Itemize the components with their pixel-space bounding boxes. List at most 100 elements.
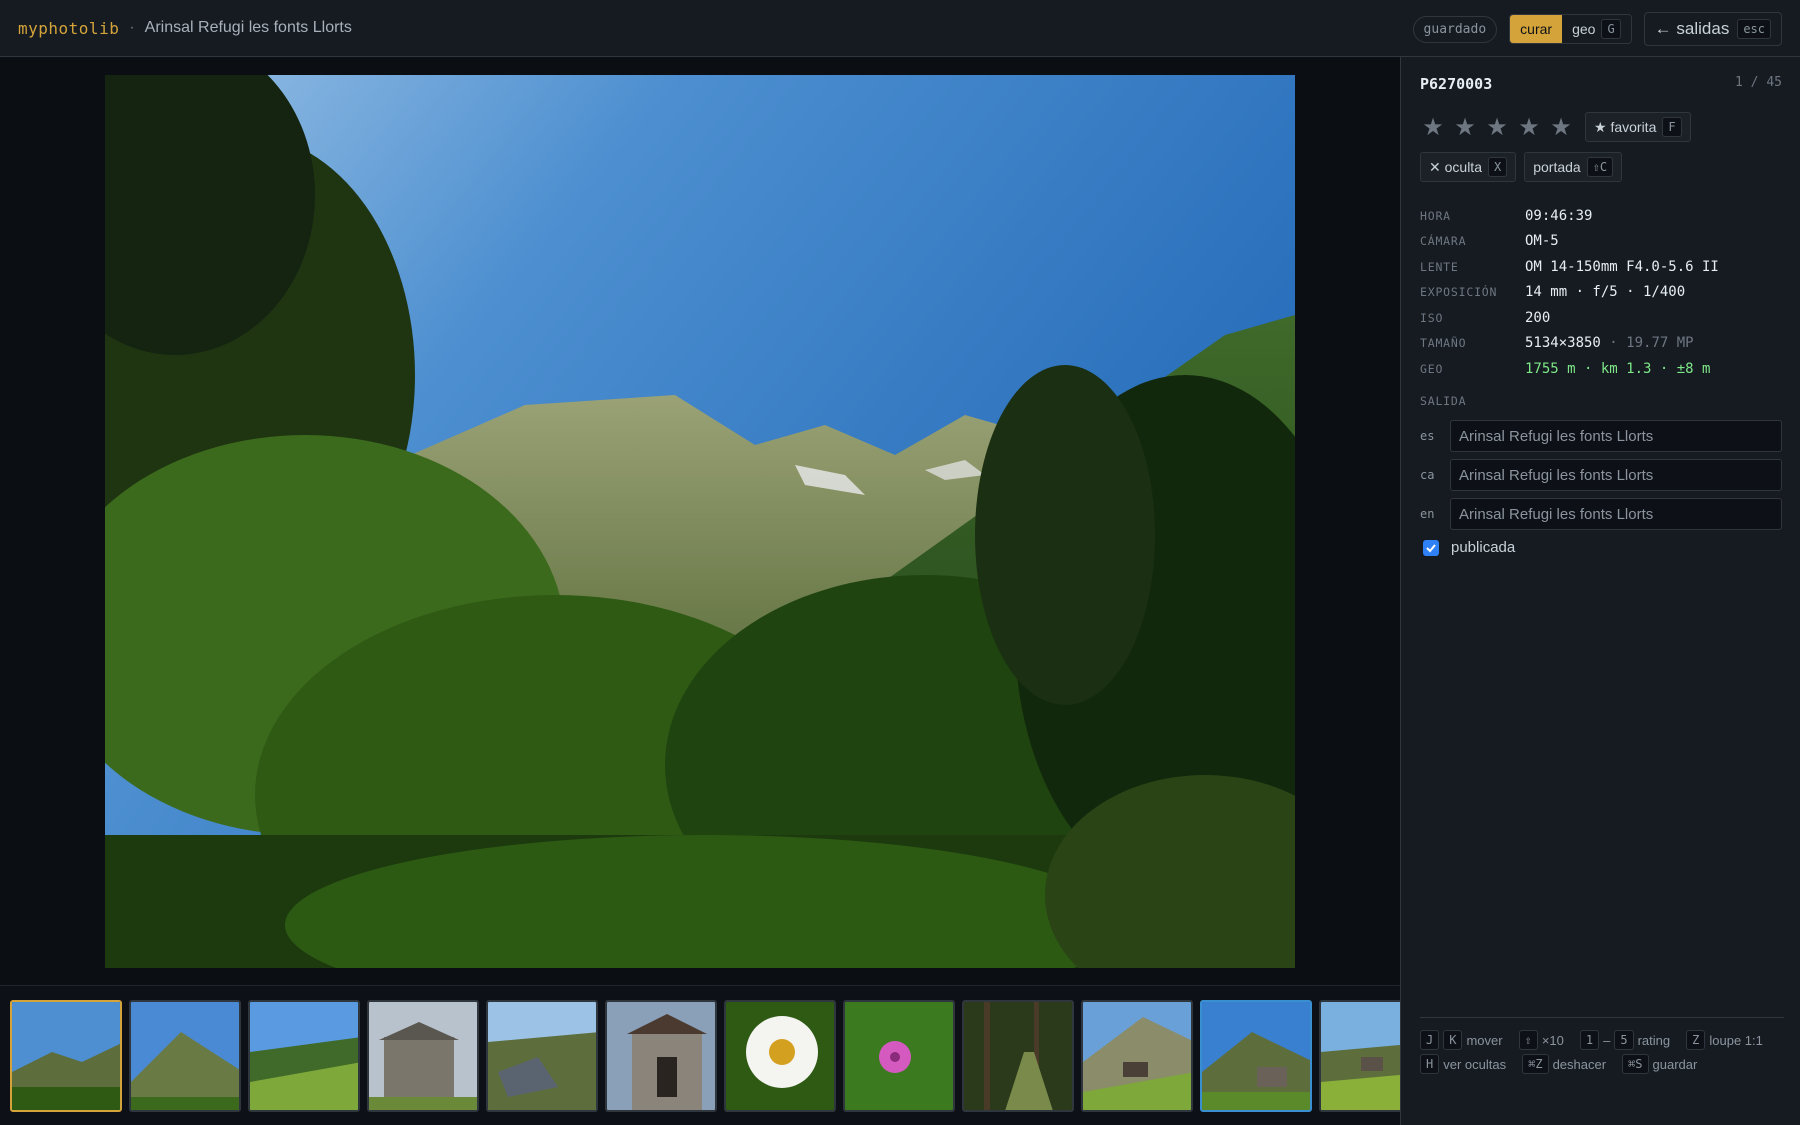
published-label: publicada	[1451, 539, 1516, 556]
thumbnail[interactable]	[605, 1000, 717, 1112]
app-brand[interactable]: myphotolib	[18, 19, 119, 38]
mode-toggle: curar geo G	[1509, 14, 1632, 44]
shortcut-label: rating	[1637, 1032, 1671, 1048]
lang-code: ca	[1420, 468, 1435, 482]
shortcut-label: guardar	[1652, 1056, 1698, 1072]
filmstrip[interactable]	[0, 985, 1400, 1125]
meta-key: GEO	[1420, 361, 1444, 376]
meta-value: 5134×3850	[1525, 335, 1601, 352]
meta-row-tamano: TAMAÑO 5134×3850 · 19.77 MP	[1420, 331, 1780, 357]
top-bar: myphotolib · Arinsal Refugi les fonts Ll…	[0, 0, 1800, 57]
favorite-shortcut: F	[1662, 117, 1682, 137]
shortcut-key: Z	[1686, 1030, 1706, 1050]
header-actions: guardado curar geo G ← salidas esc	[1412, 12, 1782, 46]
thumb-valley-hut-image	[1202, 1002, 1310, 1110]
shortcut-label: deshacer	[1552, 1056, 1607, 1072]
metadata-list: HORA 09:46:39 CÁMARA OM-5 LENTE OM 14-15…	[1420, 203, 1780, 382]
meta-value: 200	[1525, 309, 1551, 326]
meta-key: EXPOSICIÓN	[1420, 285, 1498, 300]
thumb-slope-hut-image	[1083, 1002, 1191, 1110]
rating-stars: ★ ★ ★ ★ ★ ★ favorita F	[1421, 112, 1691, 142]
meta-value: 09:46:39	[1525, 207, 1593, 224]
thumbnail[interactable]	[486, 1000, 598, 1112]
page-title: Arinsal Refugi les fonts Llorts	[144, 19, 352, 36]
meta-key: TAMAÑO	[1420, 336, 1467, 351]
thumbnail-current[interactable]	[10, 1000, 122, 1112]
photo-flags: ✕ oculta X portada ⇧C	[1420, 152, 1623, 182]
shortcut-key: J	[1420, 1030, 1440, 1050]
main-photo[interactable]	[105, 75, 1295, 968]
mode-geo-label: geo	[1572, 21, 1596, 37]
mode-curar-button[interactable]: curar	[1510, 15, 1563, 43]
meta-row-exposicion: EXPOSICIÓN 14 mm · f/5 · 1/400	[1420, 280, 1780, 306]
star-5-icon[interactable]: ★	[1549, 113, 1573, 142]
meta-row-geo: GEO 1755 m · km 1.3 · ±8 m	[1420, 356, 1780, 382]
back-shortcut: esc	[1737, 19, 1771, 39]
cover-button[interactable]: portada ⇧C	[1524, 152, 1623, 182]
lang-code: es	[1420, 429, 1435, 443]
shortcuts-help: J K mover ⇧ ×10 1 – 5 rating Z loupe 1:1…	[1420, 1017, 1784, 1076]
name-row-en: en	[1420, 498, 1782, 530]
hide-button[interactable]: ✕ oculta X	[1420, 152, 1517, 182]
thumb-stone-hut-image	[369, 1002, 477, 1110]
thumb-forest-path-image	[964, 1002, 1072, 1110]
star-3-icon[interactable]: ★	[1485, 113, 1509, 142]
photo-position: 1 / 45	[1735, 75, 1782, 90]
thumbnail[interactable]	[129, 1000, 241, 1112]
thumb-roof-image	[488, 1002, 596, 1110]
name-row-ca: ca	[1420, 459, 1782, 491]
thumbnail[interactable]	[248, 1000, 360, 1112]
check-icon	[1426, 543, 1436, 552]
salida-section-title: SALIDA	[1420, 394, 1467, 408]
meta-row-lente: LENTE OM 14-150mm F4.0-5.6 II	[1420, 254, 1780, 280]
meta-value-group: 5134×3850 · 19.77 MP	[1525, 335, 1694, 351]
detail-panel: P6270003 1 / 45 ★ ★ ★ ★ ★ ★ favorita F ✕…	[1400, 57, 1800, 1125]
photo-id: P6270003	[1420, 75, 1493, 93]
meta-value: OM-5	[1525, 233, 1559, 250]
thumbnail[interactable]	[1319, 1000, 1400, 1112]
name-row-es: es	[1420, 420, 1782, 452]
mountain-photo-image	[105, 75, 1295, 968]
thumbnail[interactable]	[1081, 1000, 1193, 1112]
shortcut-label: ver ocultas	[1443, 1056, 1507, 1072]
mode-geo-button[interactable]: geo G	[1562, 15, 1631, 43]
shortcuts-line-2: H ver ocultas ⌘Z deshacer ⌘S guardar	[1420, 1052, 1784, 1076]
meta-row-hora: HORA 09:46:39	[1420, 203, 1780, 229]
meta-value: OM 14-150mm F4.0-5.6 II	[1525, 258, 1719, 275]
meta-key: LENTE	[1420, 259, 1459, 274]
thumbnail[interactable]	[724, 1000, 836, 1112]
star-4-icon[interactable]: ★	[1517, 113, 1541, 142]
thumb-pink-flower-image	[845, 1002, 953, 1110]
cover-label: portada	[1533, 159, 1581, 175]
thumb-meadow-huts-image	[1321, 1002, 1400, 1110]
thumbnail-selected[interactable]	[1200, 1000, 1312, 1112]
thumb-stone-door-image	[607, 1002, 715, 1110]
name-input-en[interactable]	[1450, 498, 1782, 530]
meta-row-camara: CÁMARA OM-5	[1420, 229, 1780, 255]
hide-label: ✕ oculta	[1429, 158, 1482, 175]
shortcut-label: loupe 1:1	[1709, 1032, 1763, 1048]
thumbnail[interactable]	[962, 1000, 1074, 1112]
thumbnail[interactable]	[843, 1000, 955, 1112]
favorite-button[interactable]: ★ favorita F	[1585, 112, 1691, 142]
thumb-meadow-image	[250, 1002, 358, 1110]
favorite-label: ★ favorita	[1594, 118, 1657, 135]
meta-value-geo[interactable]: 1755 m · km 1.3 · ±8 m	[1525, 361, 1710, 377]
photo-header: P6270003 1 / 45	[1420, 75, 1782, 93]
back-to-salidas-button[interactable]: ← salidas esc	[1643, 12, 1782, 46]
meta-key: CÁMARA	[1420, 234, 1467, 249]
thumb-valley-image	[12, 1002, 120, 1110]
shortcut-label: mover	[1466, 1032, 1503, 1048]
thumbnail[interactable]	[367, 1000, 479, 1112]
published-toggle[interactable]: publicada	[1423, 539, 1515, 556]
hide-shortcut: X	[1487, 157, 1508, 177]
name-input-es[interactable]	[1450, 420, 1782, 452]
star-1-icon[interactable]: ★	[1421, 113, 1445, 142]
star-2-icon[interactable]: ★	[1453, 113, 1477, 142]
meta-key: HORA	[1420, 208, 1451, 223]
thumb-mountain-image	[131, 1002, 239, 1110]
shortcut-key: 1	[1579, 1030, 1600, 1050]
published-checkbox[interactable]	[1423, 539, 1439, 556]
name-input-ca[interactable]	[1450, 459, 1782, 491]
back-label: ← salidas	[1654, 19, 1730, 38]
